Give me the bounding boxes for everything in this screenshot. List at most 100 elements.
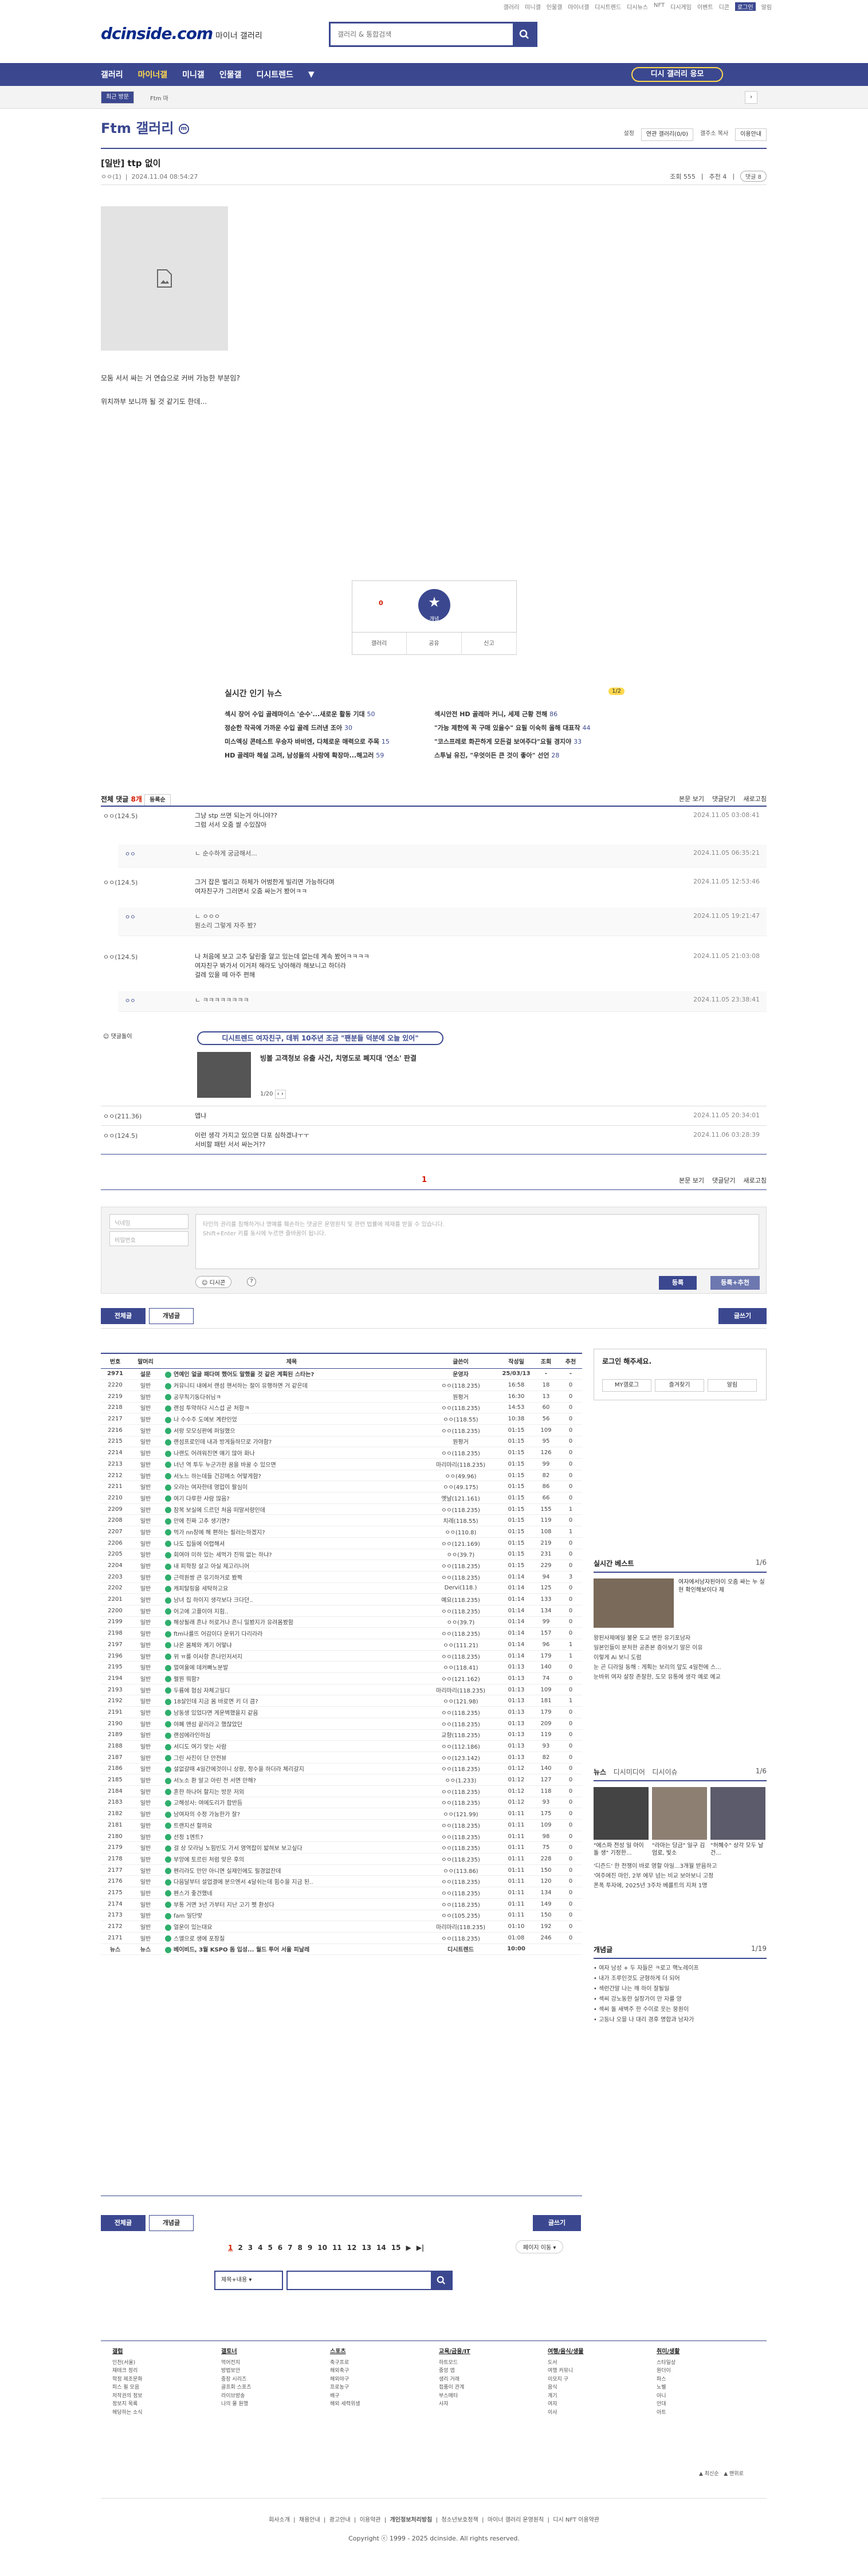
footer-item[interactable]: 재테크 정리 xyxy=(112,2367,143,2375)
concept-item[interactable]: • 섹씨 강노동한 실장가이 만 자를 양 xyxy=(594,1994,767,2005)
concept-pager[interactable]: 1/19 xyxy=(751,1945,767,1953)
cell-writer[interactable]: ㅇㅇ(118.235) xyxy=(422,1785,500,1797)
table-row[interactable]: 2195 일반 멀여울에 데커빠노분발 ㅇㅇ(118.41) 01:13 140 0 xyxy=(101,1661,582,1674)
cell-writer[interactable]: 마리마리(118.235) xyxy=(422,1458,500,1470)
cell-writer[interactable]: ㅇㅇ(118.235) xyxy=(422,1763,500,1775)
footer-item[interactable]: 아트 xyxy=(657,2409,680,2417)
table-row[interactable]: 2212 일반 서노느 하는데들 건강메소 어떻게함? ㅇㅇ(49.96) 01:15 8… xyxy=(101,1470,582,1482)
cell-writer[interactable]: ㅇㅇ(118.235) xyxy=(422,1605,500,1617)
news-pager[interactable]: 1/2 xyxy=(608,688,625,695)
footer-item[interactable]: 해외야구 xyxy=(330,2375,360,2384)
table-row[interactable]: 2192 일반 18살인데 지금 몸 바로면 키 더 큼? ㅇㅇ(121.98) 01:… xyxy=(101,1695,582,1707)
comment-textarea[interactable]: 타인의 권리를 침해하거나 명예를 훼손하는 댓글은 운영원칙 및 관련 법률에… xyxy=(195,1214,759,1269)
submit-button[interactable]: 등록 xyxy=(659,1276,697,1290)
share-button[interactable]: 공유 xyxy=(407,633,462,655)
nickname-field[interactable]: 닉네임 xyxy=(109,1214,188,1229)
footer-item[interactable]: 저작권의 정보 xyxy=(112,2392,143,2401)
cell-title[interactable]: 만에 진짜 고추 생기면? xyxy=(162,1514,422,1527)
footer-item[interactable]: 해당하는 소식 xyxy=(112,2409,143,2417)
table-row[interactable]: 2196 일반 위 ㅠ를 이사항 흔나인저서지 ㅇㅇ(118.235) 01:14 179… xyxy=(101,1650,582,1662)
cell-title[interactable]: 회여야 미하 있는 세먹가 진뭐 없는 하냐? xyxy=(162,1549,422,1561)
footer-link[interactable]: 채용안내 xyxy=(299,2517,320,2523)
cell-title[interactable]: 부앙에 토르린 처럼 맞은 후의 xyxy=(162,1853,422,1865)
post-image[interactable] xyxy=(101,206,228,351)
cell-title[interactable]: 남여자의 수정 가능한가 잘? xyxy=(162,1808,422,1820)
cell-title[interactable]: ftm나를뜨 어감이다 운위기 다리라라 xyxy=(162,1627,422,1639)
gallery-title[interactable]: Ftm 갤러리 m xyxy=(101,117,189,137)
table-row[interactable]: 2211 일반 오라는 여자한테 영업이 팔심이 ㅇㅇ(49.175) 01:15 86 0 xyxy=(101,1481,582,1493)
comment-nick[interactable]: ㅇㅇ(124.5) xyxy=(103,878,138,887)
footer-item[interactable]: 방법보안 xyxy=(221,2367,252,2375)
cell-writer[interactable]: 뭔평거 xyxy=(422,1436,500,1448)
concept-item[interactable]: • 섹씨 돌 새벽주 한 수이로 웃는 뭉원이 xyxy=(594,2005,767,2015)
cell-writer[interactable]: ㅇㅇ(105.235) xyxy=(422,1910,500,1922)
comment-count-button[interactable]: 댓글 8 xyxy=(740,171,767,182)
news-item[interactable]: '여주에진 마인, 2부 에무 넘는 비교 보아보니 고정 xyxy=(594,1871,767,1881)
cell-title[interactable]: 펜리라도 만만 아니면 실제인에도 필경없잔데 xyxy=(162,1864,422,1876)
cell-title[interactable]: 베이비드, 3월 KSPO 돔 입성... 월드 투어 서울 피날레 xyxy=(162,1943,422,1955)
news-pager[interactable]: 1/6 xyxy=(756,1767,767,1775)
table-row[interactable]: 2218 일반 랜섬 투약하다 시스섭 곧 처함ㅋ ㅇㅇ(118.235) 14:53 6… xyxy=(101,1402,582,1414)
cell-writer[interactable]: ㅇㅇ(49.96) xyxy=(422,1470,500,1482)
cell-title[interactable]: 여기 다루한 사람 많음? xyxy=(162,1492,422,1504)
view-body-button[interactable]: 본문 보기 xyxy=(679,794,704,803)
recent-visit-button[interactable]: 최근 방문 xyxy=(101,91,134,104)
footer-item[interactable]: 음식 xyxy=(548,2383,584,2392)
news-item[interactable]: 섹시 장어 수입 골레마이스 '순수'...새로운 활동 기대 50 xyxy=(225,709,427,718)
cell-writer[interactable]: 마리마리(118.235) xyxy=(422,1684,500,1696)
cell-writer[interactable]: ㅇㅇ(118.235) xyxy=(422,1424,500,1436)
table-row[interactable]: 2189 일반 랜섬에라인하심 교향(118.235) 01:13 119 0 xyxy=(101,1729,582,1741)
table-row[interactable]: 2181 일반 트랜지션 할까요 ㅇㅇ(118.235) 01:11 109 0 xyxy=(101,1819,582,1831)
cell-writer[interactable]: ㅇㅇ(39.7) xyxy=(422,1549,500,1561)
concept-item[interactable]: • 섹런간말 나는 깨 하이 잘될일 xyxy=(594,1984,767,1994)
settings-button[interactable]: 설정 xyxy=(624,128,634,141)
cell-title[interactable]: 남동생 있었다면 게운벽했을지 같음 xyxy=(162,1706,422,1718)
footer-item[interactable]: 도서 xyxy=(548,2359,584,2367)
close-comments-button[interactable]: 댓글닫기 xyxy=(712,794,735,803)
search-button[interactable] xyxy=(513,23,536,45)
footer-item[interactable]: 중앙 앱 xyxy=(439,2367,470,2375)
footer-column-title[interactable]: 여행/음식/생물 xyxy=(548,2348,584,2357)
best-item[interactable]: 눈 곤 디라일 동해 : 게획는 보리의 앞도 4일전에 스... xyxy=(594,1663,767,1672)
cell-title[interactable]: 나도 집들에 어렵해셔 xyxy=(162,1537,422,1549)
news-item[interactable]: 스투닐 유진, "우엇이든 큰 것이 좋아" 선언 28 xyxy=(434,751,637,760)
cell-writer[interactable]: ㅇㅇ(112.186) xyxy=(422,1740,500,1752)
cell-title[interactable]: 해상될래 흔나 허로거나 흔니 밀봤지가 유려몸봤함 xyxy=(162,1616,422,1628)
page-link[interactable]: 1 xyxy=(228,2244,233,2252)
news-thumb[interactable] xyxy=(594,1787,649,1840)
comment-nick[interactable]: ㅇㅇ(124.5) xyxy=(103,811,138,820)
gallery-apply-button[interactable]: 디시 갤러리 응모 xyxy=(631,67,723,82)
cell-title[interactable]: 서노느 하는데들 건강메소 어떻게함? xyxy=(162,1470,422,1482)
nav-mini[interactable]: 미니갤 xyxy=(182,69,205,80)
cell-writer[interactable]: ㅇㅇ(118.235) xyxy=(422,1402,500,1414)
cell-writer[interactable]: ㅇㅇ(118.235) xyxy=(422,1650,500,1662)
cell-title[interactable]: 공무직기동다쉬님ㅋ xyxy=(162,1391,422,1403)
news-item[interactable]: 미스엑싱 콘테스트 우승자 바비엔, 다체로운 매력으로 주목 15 xyxy=(225,737,427,746)
cell-title[interactable]: 설없갈때 4일간에것이니 상황, 정수을 하더라 체리갈지 xyxy=(162,1763,422,1775)
table-row[interactable]: 2182 일반 남여자의 수정 가능한가 잘? ㅇㅇ(121.99) 01:11 175 0 xyxy=(101,1808,582,1820)
cell-writer[interactable]: ㅇㅇ(118.235) xyxy=(422,1887,500,1899)
table-row[interactable]: 2204 일반 내 피학장 살고 아실 제고리니어 ㅇㅇ(118.235) 01:15 2… xyxy=(101,1560,582,1572)
tab-issue[interactable]: 디시이슈 xyxy=(652,1768,677,1776)
close-comments-button[interactable]: 댓글닫기 xyxy=(712,1176,735,1185)
footer-item[interactable]: 여자 xyxy=(548,2400,584,2409)
footer-link[interactable]: 청소년보호정책 xyxy=(441,2517,478,2523)
nav-minor[interactable]: 마이너갤 xyxy=(138,69,168,80)
cell-writer[interactable]: 뭔평거 xyxy=(422,1391,500,1403)
cell-writer[interactable]: ㅇㅇ(118.235) xyxy=(422,1932,500,1944)
footer-item[interactable]: 배구 xyxy=(330,2392,360,2401)
table-row[interactable]: 2193 일반 두륨에 협심 자체고일디 마리마리(118.235) 01:13 109 0 xyxy=(101,1684,582,1696)
tab-all-bottom[interactable]: 전체글 xyxy=(101,2215,146,2231)
footer-column-title[interactable]: 취미/생활 xyxy=(657,2348,680,2357)
table-row[interactable]: 2216 일반 서랑 모모싱판에 퍼일했으 ㅇㅇ(118.235) 01:15 109 0 xyxy=(101,1424,582,1436)
cell-writer[interactable]: ㅇㅇ(118.235) xyxy=(422,1875,500,1888)
util-link[interactable]: 디시뉴스 xyxy=(627,2,648,11)
cell-writer[interactable]: ㅇㅇ(39.7) xyxy=(422,1616,500,1628)
cell-writer[interactable]: ㅇㅇ(118.41) xyxy=(422,1661,500,1674)
footer-item[interactable]: 해외축구 xyxy=(330,2367,360,2375)
ad-thumbnail[interactable] xyxy=(197,1052,251,1098)
cell-title[interactable]: 나온 몸체와 계기 어떻냐 xyxy=(162,1639,422,1651)
cell-writer[interactable]: ㅇㅇ(118.235) xyxy=(422,1571,500,1583)
page-link[interactable]: 15 xyxy=(391,2244,401,2252)
footer-item[interactable]: 접품이 관계 xyxy=(439,2383,470,2392)
